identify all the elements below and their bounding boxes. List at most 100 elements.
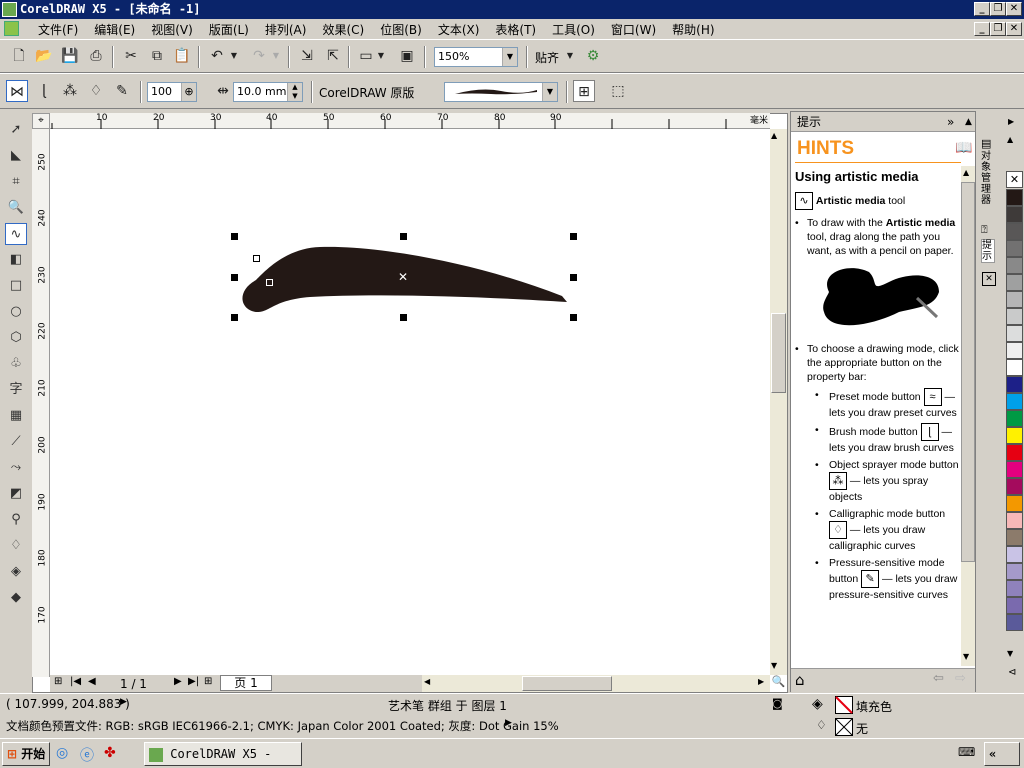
color-swatch[interactable] [1006, 546, 1023, 563]
scale-with-object-icon[interactable]: ⊞ [573, 80, 595, 102]
coords-arrow-icon[interactable]: ▶ [120, 697, 127, 707]
pick-tool-icon[interactable]: ➚ [5, 119, 27, 141]
snapshot-icon[interactable]: ◙ [772, 697, 783, 710]
bounding-box-icon[interactable]: ⬚ [607, 80, 629, 102]
menu-view[interactable]: 视图(V) [143, 21, 201, 38]
menu-layout[interactable]: 版面(L) [201, 21, 257, 38]
export-icon[interactable]: ⇱ [322, 45, 344, 67]
ellipse-tool-icon[interactable]: ○ [5, 301, 27, 323]
hints-scroll-down-icon[interactable]: ▼ [963, 652, 969, 661]
artistic-media-stroke[interactable] [50, 129, 770, 675]
fill-tool-icon[interactable]: ◈ [5, 561, 27, 583]
tray-expand-button[interactable]: « [984, 742, 1020, 766]
selection-handle[interactable] [231, 274, 238, 281]
shape-tool-icon[interactable]: ◣ [5, 145, 27, 167]
freehand-smoothing-field[interactable]: 100 ⊕ [147, 82, 197, 102]
preset-category-label[interactable]: CorelDRAW 原版 [319, 84, 414, 101]
cut-icon[interactable]: ✂ [120, 45, 142, 67]
previous-page-icon[interactable]: ◀ [88, 676, 96, 687]
palette-scroll-up-icon[interactable]: ▶ [1008, 117, 1014, 126]
palette-expand-icon[interactable]: ⊲ [1008, 667, 1016, 678]
horizontal-scroll-thumb[interactable] [522, 676, 612, 691]
menu-effects[interactable]: 效果(C) [314, 21, 372, 38]
color-swatch[interactable] [1006, 308, 1023, 325]
open-icon[interactable]: 📂 [33, 45, 55, 67]
tab-hints[interactable]: 提示 [981, 239, 995, 263]
color-swatch[interactable] [1006, 495, 1023, 512]
zoom-dropdown-icon[interactable]: ▼ [502, 48, 517, 66]
color-swatch[interactable] [1006, 512, 1023, 529]
artistic-media-tool-icon[interactable]: ∿ [5, 223, 27, 245]
node-handle[interactable] [266, 279, 273, 286]
palette-scroll-down-icon[interactable]: ▼ [1007, 649, 1013, 658]
horizontal-scrollbar[interactable]: ◀ ▶ [422, 675, 770, 692]
profile-arrow-icon[interactable]: ▶ [505, 718, 512, 728]
selection-handle[interactable] [400, 314, 407, 321]
zoom-level-select[interactable]: 150% ▼ [434, 47, 518, 67]
selection-handle[interactable] [570, 233, 577, 240]
color-swatch[interactable] [1006, 393, 1023, 410]
undo-dropdown-icon[interactable]: ▼ [228, 45, 240, 67]
paste-icon[interactable]: 📋 [171, 45, 193, 67]
crop-tool-icon[interactable]: ⌗ [5, 171, 27, 193]
drawing-page[interactable]: ✕ [50, 129, 770, 677]
scroll-left-icon[interactable]: ◀ [424, 677, 430, 686]
object-manager-icon[interactable]: ▤ [981, 137, 991, 150]
connector-tool-icon[interactable]: ⤳ [5, 457, 27, 479]
preset-stroke-dropdown-icon[interactable]: ▼ [542, 83, 557, 101]
center-marker-icon[interactable]: ✕ [398, 270, 408, 284]
hints-back-icon[interactable]: ⇦ [933, 671, 944, 686]
color-swatch[interactable] [1006, 257, 1023, 274]
smoothing-slider-icon[interactable]: ⊕ [181, 83, 196, 101]
color-swatch[interactable] [1006, 342, 1023, 359]
chrome-icon[interactable]: ◎ [56, 745, 68, 761]
outline-swatch-icon[interactable] [835, 718, 853, 736]
palette-menu-icon[interactable]: ▲ [1007, 135, 1013, 144]
menu-tools[interactable]: 工具(O) [544, 21, 603, 38]
scroll-down-icon[interactable]: ▼ [771, 661, 777, 670]
smart-fill-tool-icon[interactable]: ◧ [5, 249, 27, 271]
snap-to-menu[interactable]: 贴齐 [535, 49, 559, 66]
ruler-origin-icon[interactable]: ⌖ [32, 113, 50, 129]
hints-scroll-thumb[interactable] [961, 182, 975, 562]
menu-arrange[interactable]: 排列(A) [257, 21, 315, 38]
add-page-after-icon[interactable]: ⊞ [204, 676, 212, 687]
color-swatch[interactable] [1006, 325, 1023, 342]
last-page-icon[interactable]: ▶| [188, 676, 199, 687]
hints-home-icon[interactable]: ⌂ [795, 671, 805, 689]
redo-dropdown-icon[interactable]: ▼ [270, 45, 282, 67]
menu-table[interactable]: 表格(T) [487, 21, 544, 38]
basic-shapes-tool-icon[interactable]: ♧ [5, 353, 27, 375]
color-swatch[interactable] [1006, 223, 1023, 240]
color-swatch[interactable] [1006, 478, 1023, 495]
hints-scrollbar[interactable]: ▲ ▼ [961, 166, 975, 666]
sprayer-mode-icon[interactable]: ⁂ [59, 80, 81, 102]
ie-icon[interactable]: ⓔ [80, 745, 94, 765]
next-page-icon[interactable]: ▶ [174, 676, 182, 687]
keyboard-icon[interactable]: ⌨ [958, 745, 975, 759]
page-tab[interactable]: 页 1 [220, 675, 272, 691]
scroll-up-icon[interactable]: ▲ [771, 131, 777, 140]
no-color-swatch[interactable]: ✕ [1006, 171, 1023, 188]
polygon-tool-icon[interactable]: ⬡ [5, 327, 27, 349]
welcome-screen-icon[interactable]: ▣ [396, 45, 418, 67]
node-handle[interactable] [253, 255, 260, 262]
undo-icon[interactable]: ↶ [206, 45, 228, 67]
hints-tab-icon[interactable]: ⍰ [981, 223, 988, 237]
rectangle-tool-icon[interactable]: □ [5, 275, 27, 297]
selection-handle[interactable] [570, 314, 577, 321]
color-swatch[interactable] [1006, 274, 1023, 291]
zoom-tool-icon[interactable]: 🔍 [5, 197, 27, 219]
horizontal-ruler[interactable]: 10 20 30 40 50 60 70 80 90 毫米 [50, 113, 770, 129]
app-shortcut-icon[interactable]: ✤ [104, 745, 116, 761]
menu-edit[interactable]: 编辑(E) [86, 21, 143, 38]
dimension-tool-icon[interactable]: ⟋ [5, 431, 27, 453]
doc-minimize-button[interactable]: _ [974, 22, 990, 36]
color-swatch[interactable] [1006, 461, 1023, 478]
color-swatch[interactable] [1006, 563, 1023, 580]
interactive-fill-tool-icon[interactable]: ◆ [5, 587, 27, 609]
expand-docker-icon[interactable]: » [947, 112, 954, 132]
pressure-mode-icon[interactable]: ✎ [111, 80, 133, 102]
color-swatch[interactable] [1006, 444, 1023, 461]
color-swatch[interactable] [1006, 410, 1023, 427]
